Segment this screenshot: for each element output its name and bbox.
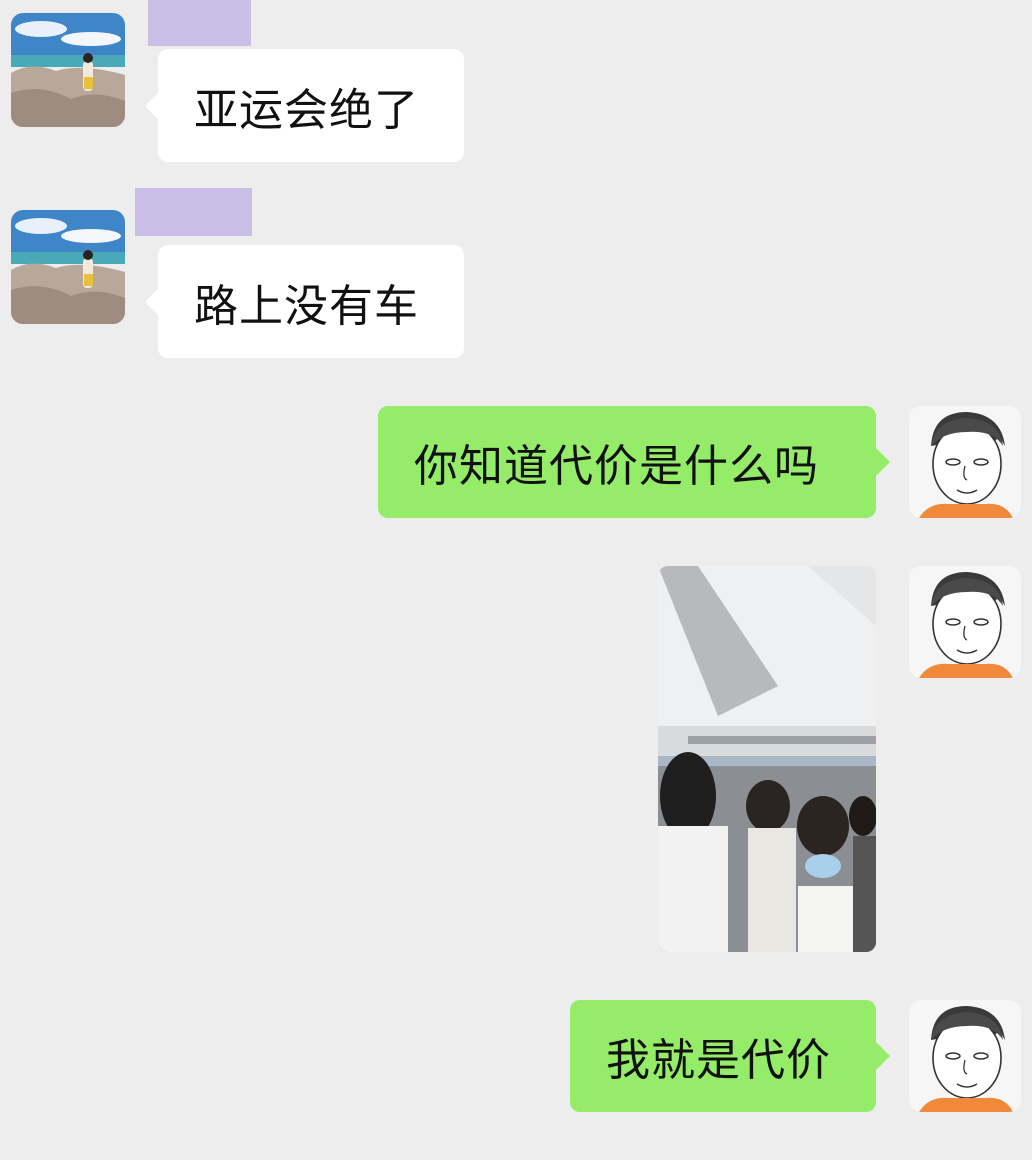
message-text: 亚运会绝了 [194, 84, 419, 136]
message-bubble-outgoing[interactable]: 我就是代价 [570, 1000, 876, 1112]
seaside-photo-icon [11, 13, 125, 127]
bubble-tail [145, 92, 159, 120]
self-avatar[interactable] [909, 566, 1021, 678]
message-text: 路上没有车 [194, 280, 419, 332]
cartoon-boy-icon [909, 406, 1021, 518]
message-image-subway[interactable] [658, 566, 876, 952]
message-text: 你知道代价是什么吗 [414, 441, 819, 492]
seaside-photo-icon [11, 210, 125, 324]
message-text: 我就是代价 [606, 1035, 831, 1086]
bubble-tail [145, 288, 159, 316]
bubble-tail [876, 448, 890, 476]
message-bubble-incoming[interactable]: 路上没有车 [158, 245, 464, 358]
message-bubble-outgoing[interactable]: 你知道代价是什么吗 [378, 406, 876, 518]
self-avatar[interactable] [909, 406, 1021, 518]
message-bubble-incoming[interactable]: 亚运会绝了 [158, 49, 464, 162]
crowded-subway-photo [658, 566, 876, 952]
contact-avatar[interactable] [11, 13, 125, 127]
self-avatar[interactable] [909, 1000, 1021, 1112]
sender-name-redacted [135, 188, 252, 236]
sender-name-redacted [148, 0, 251, 46]
cartoon-boy-icon [909, 1000, 1021, 1112]
cartoon-boy-icon [909, 566, 1021, 678]
contact-avatar[interactable] [11, 210, 125, 324]
bubble-tail [876, 1042, 890, 1070]
